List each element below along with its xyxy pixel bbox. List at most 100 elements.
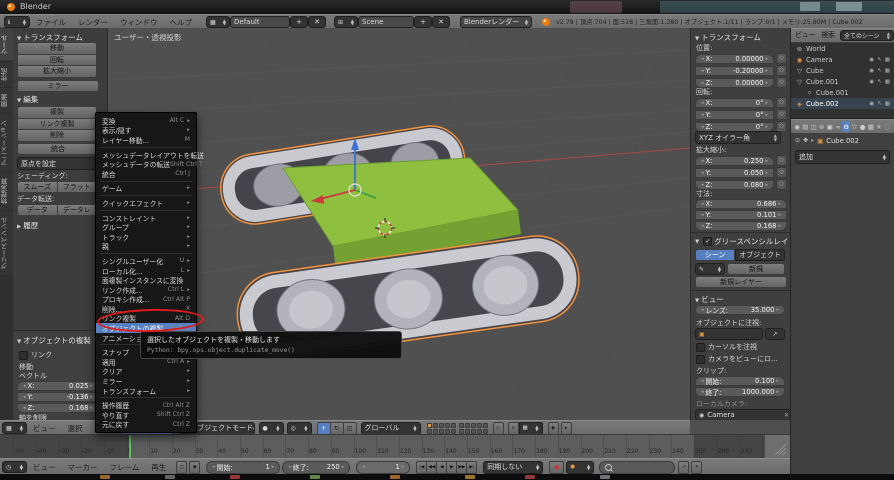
editor-type-3dview-button[interactable]: ▦▲▼: [2, 422, 27, 434]
layer-button[interactable]: [465, 423, 470, 428]
clip-end-field[interactable]: ◂終了: 1000.000▸: [695, 387, 785, 397]
scene-icon-button[interactable]: ⊞▲▼: [334, 16, 358, 28]
context-menu-item-トラック[interactable]: トラック▸: [96, 232, 196, 242]
layer-button[interactable]: [439, 423, 444, 428]
context-menu-item-ローカル化...[interactable]: ローカル化...L▸: [96, 266, 196, 276]
context-menu-item-メッシュデータレイアウトを転送[interactable]: メッシュデータレイアウトを転送: [96, 150, 196, 160]
context-menu-item-やり直す[interactable]: やり直すShift Ctrl Z: [96, 410, 196, 420]
add-modifier-dropdown[interactable]: 追加▲▼: [795, 150, 890, 164]
rotation-mode-dropdown[interactable]: XYZ オイラー角▲▼: [695, 131, 781, 144]
properties-tab-physics-icon[interactable]: ◌: [883, 121, 891, 132]
layer-button[interactable]: [439, 429, 444, 434]
lock-icon[interactable]: ○: [776, 97, 787, 108]
keying-set-type-dropdown[interactable]: ●▲▼: [566, 461, 594, 474]
context-menu-item-ミラー[interactable]: ミラー▸: [96, 376, 196, 386]
layer-button[interactable]: [459, 423, 464, 428]
outliner-row-Cube.001[interactable]: ▽Cube.001◉↖▦: [791, 76, 894, 87]
clear-icon[interactable]: ✕: [784, 412, 789, 419]
screen-layout-icon-button[interactable]: ▦▲▼: [206, 16, 230, 28]
properties-tab-render-icon[interactable]: ◉: [793, 121, 801, 132]
context-menu-item-トランスフォーム[interactable]: トランスフォーム▸: [96, 386, 196, 396]
set-origin-dropdown[interactable]: 原点を設定▲▼: [17, 157, 105, 170]
manipulator-rotate-button[interactable]: ↻: [331, 422, 344, 435]
context-menu-item-表示/隠す[interactable]: 表示/隠す▸: [96, 126, 196, 136]
join-button[interactable]: 統合: [17, 143, 99, 155]
shelf-tab-関連[interactable]: 関連: [0, 87, 13, 113]
lock-cursor-checkbox[interactable]: [696, 343, 705, 352]
frame-start-field[interactable]: ◂開始: 1▸: [206, 461, 280, 474]
mirror-button[interactable]: ミラー: [17, 80, 99, 92]
linked-checkbox[interactable]: [19, 351, 28, 360]
edit-button[interactable]: 複製: [17, 106, 97, 118]
vector-y-field[interactable]: ◂Y:-0.136▸: [17, 392, 99, 402]
delete-keyframe-button[interactable]: ✕: [691, 461, 702, 474]
outliner-row-Cube[interactable]: ▽Cube◉↖▦: [791, 65, 894, 76]
lock-icon[interactable]: ○: [776, 77, 787, 88]
timeline-menu-マーカー[interactable]: マーカー: [62, 462, 104, 473]
scale-y-field[interactable]: ◂Y:0.050▸: [695, 168, 774, 178]
context-menu-item-変換[interactable]: 変換Alt C▸: [96, 116, 196, 126]
vector-x-field[interactable]: ◂X:0.025▸: [17, 381, 99, 391]
scene-add-button[interactable]: +: [414, 16, 432, 28]
timeline-menu-ビュー[interactable]: ビュー: [27, 462, 62, 473]
timeline-corner-grip[interactable]: [764, 435, 790, 458]
properties-tab-texture-icon[interactable]: ▦: [867, 121, 875, 132]
layer-button[interactable]: [471, 423, 476, 428]
context-menu-item-面複製インスタンスに変換[interactable]: 面複製インスタンスに変換: [96, 275, 196, 285]
jump-to-next-keyframe-button[interactable]: ▶▶: [457, 461, 467, 474]
jump-to-start-button[interactable]: |◀: [416, 461, 427, 474]
snap-magnet-icon[interactable]: ∩: [508, 422, 519, 435]
renderability-camera-icon[interactable]: ▦: [885, 68, 890, 74]
rotation-y-field[interactable]: ◂Y:0°▸: [695, 110, 774, 120]
properties-tab-modifiers-icon[interactable]: ⚙: [842, 121, 850, 132]
show-frame-indicator-toggle[interactable]: ▢: [176, 461, 187, 474]
lock-object-field[interactable]: ▣: [695, 328, 763, 340]
layer-button[interactable]: [427, 429, 432, 434]
context-menu-item-クリア[interactable]: クリア▸: [96, 367, 196, 377]
viewport-menu-選択[interactable]: 選択: [62, 423, 89, 434]
context-menu-item-ゲーム[interactable]: ゲーム▸: [96, 184, 196, 194]
context-menu-item-コンストレイント[interactable]: コンストレイント▸: [96, 213, 196, 223]
selectability-cursor-icon[interactable]: ↖: [877, 79, 882, 85]
context-menu-item-メッシュデータの転送[interactable]: メッシュデータの転送Shift Ctrl T: [96, 159, 196, 169]
vector-z-field[interactable]: ◂Z:0.168▸: [17, 403, 99, 413]
clip-start-field[interactable]: ◂開始: 0.100▸: [695, 376, 785, 386]
keying-set-search-field[interactable]: [599, 461, 675, 474]
window-close-button[interactable]: [836, 2, 862, 11]
insert-keyframe-button[interactable]: ↗: [678, 461, 689, 474]
new-layer-button[interactable]: 新規レイヤー: [695, 276, 787, 288]
rotation-z-field[interactable]: ◂Z:0°▸: [695, 122, 774, 132]
context-menu-item-親[interactable]: 親▸: [96, 242, 196, 252]
shelf-tab-グリースペンシル[interactable]: グリースペンシル: [0, 210, 13, 275]
pin-icon[interactable]: ⊙: [795, 137, 800, 144]
outliner-row-Cube.002[interactable]: ◈Cube.002◉↖▦: [791, 98, 894, 109]
location-x-field[interactable]: ◂X:0.00000▸: [695, 54, 774, 64]
timeline-menu-フレーム[interactable]: フレーム: [104, 462, 146, 473]
lens-field[interactable]: ◂レンズ: 35.000▸: [695, 305, 785, 315]
layer-button[interactable]: [465, 429, 470, 434]
transform-button[interactable]: 拡大縮小: [17, 65, 97, 78]
layer-button[interactable]: [445, 429, 450, 434]
scene-field[interactable]: Scene: [358, 16, 414, 28]
context-menu-item-プロキシ作成...[interactable]: プロキシ作成...Ctrl Alt P: [96, 295, 196, 305]
viewport-shading-dropdown[interactable]: ●▲▼: [259, 422, 284, 435]
context-menu-item-クイックエフェクト[interactable]: クイックエフェクト▸: [96, 198, 196, 208]
frame-end-field[interactable]: ◂終了: 250▸: [282, 461, 350, 474]
grease-scene-toggle[interactable]: シーン: [695, 249, 735, 261]
timeline-menu-再生[interactable]: 再生: [145, 462, 172, 473]
transform-button[interactable]: 回転: [17, 54, 97, 66]
play-button[interactable]: ▶: [447, 461, 457, 474]
manipulator-translate-button[interactable]: +: [317, 422, 331, 435]
shelf-tab-ツール[interactable]: ツール: [0, 28, 13, 61]
layer-button[interactable]: [451, 429, 456, 434]
info-menu-ファイル[interactable]: ファイル: [30, 17, 72, 28]
transform-button[interactable]: 移動: [17, 42, 97, 54]
only-selected-toggle[interactable]: ◉: [189, 461, 200, 474]
properties-tab-scene-icon[interactable]: ◫: [809, 121, 817, 132]
edit-button[interactable]: リンク複製: [17, 118, 97, 130]
render-engine-dropdown[interactable]: Blenderレンダー▲▼: [460, 16, 532, 28]
timeline[interactable]: -50-40-30-20-100102030405060708090100110…: [0, 434, 790, 458]
pivot-point-dropdown[interactable]: ◎▲▼: [287, 422, 312, 435]
layer-button[interactable]: [433, 429, 438, 434]
grease-object-toggle[interactable]: オブジェクト: [735, 249, 785, 261]
